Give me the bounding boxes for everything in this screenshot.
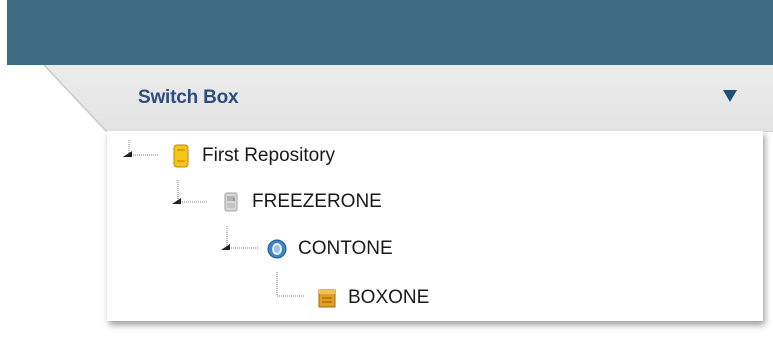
container-icon [266, 236, 288, 262]
triangle-down-icon[interactable] [722, 89, 738, 103]
tree-node-first-repository[interactable]: First Repository [170, 142, 335, 170]
tree-connector [221, 226, 259, 250]
tree-node-contone[interactable]: CONTONE [266, 235, 393, 263]
tree-node-freezerone[interactable]: FREEZERONE [220, 188, 382, 216]
tree-connector [172, 180, 208, 204]
top-bar-edge [0, 0, 7, 65]
node-label: BOXONE [348, 287, 430, 308]
repository-icon [170, 143, 192, 169]
tree-connector [276, 272, 305, 297]
node-label: CONTONE [298, 238, 393, 259]
top-bar [0, 0, 773, 65]
panel-title: Switch Box [138, 87, 239, 108]
tree-node-boxone[interactable]: BOXONE [316, 284, 429, 312]
node-label: FREEZERONE [252, 191, 382, 212]
box-icon [316, 285, 338, 311]
tree-connector [123, 140, 159, 157]
freezer-icon [220, 189, 242, 215]
node-label: First Repository [202, 145, 336, 166]
